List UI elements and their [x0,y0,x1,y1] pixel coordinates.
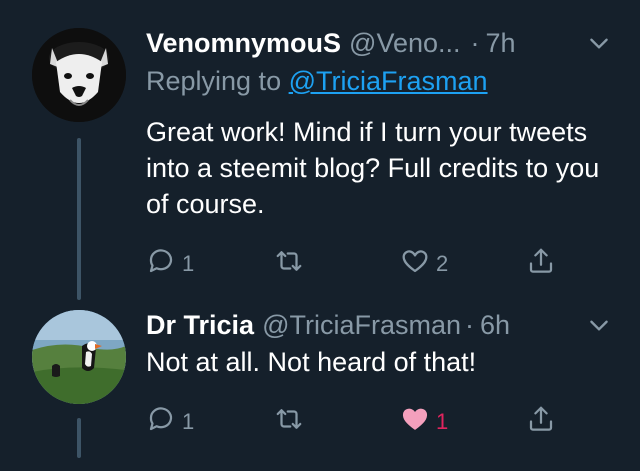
tweet-header: Dr Tricia @TriciaFrasman · 6h [146,308,612,342]
thread-line [77,418,81,458]
retweet-icon [274,404,304,440]
like-count: 1 [436,409,449,434]
mention-link[interactable]: @TriciaFrasman [289,66,488,96]
display-name[interactable]: VenomnymouS [146,28,341,59]
tweet-header: VenomnymouS @Veno... · 7h [146,26,612,60]
retweet-button[interactable] [274,404,310,440]
like-icon [400,246,430,282]
retweet-icon [274,246,304,282]
share-button[interactable] [526,246,556,282]
display-name[interactable]: Dr Tricia [146,310,254,341]
chevron-down-icon[interactable] [586,312,612,338]
tweet[interactable]: Dr Tricia @TriciaFrasman · 6h Not at all… [0,300,640,471]
tweet[interactable]: VenomnymouS @Veno... · 7h Replying to @T… [0,0,640,300]
timestamp[interactable]: 7h [486,28,516,59]
separator-dot: · [465,309,474,340]
reply-button[interactable]: 1 [146,246,194,282]
tweet-text: Not at all. Not heard of that! [146,347,477,377]
share-icon [526,246,556,282]
reply-icon [146,246,176,282]
avatar[interactable] [32,28,126,122]
like-button[interactable]: 2 [400,246,448,282]
tweet-thread: VenomnymouS @Veno... · 7h Replying to @T… [0,0,640,471]
reply-icon [146,404,176,440]
tweet-text: Great work! Mind if I turn your tweets i… [146,117,600,219]
handle[interactable]: @Veno... [349,28,460,59]
retweet-button[interactable] [274,246,310,282]
reply-count: 1 [182,409,195,434]
reply-count: 1 [182,251,195,276]
like-count: 2 [436,251,449,276]
avatar-image [32,310,126,404]
chevron-down-icon[interactable] [586,30,612,56]
like-icon [400,404,430,440]
reply-button[interactable]: 1 [146,404,194,440]
share-button[interactable] [526,404,556,440]
avatar-image [32,28,126,122]
replying-to: Replying to @TriciaFrasman [146,66,488,97]
tweet-actions: 1 1 [146,404,566,440]
tweet-actions: 1 2 [146,246,566,282]
handle[interactable]: @TriciaFrasman [262,310,461,341]
timestamp[interactable]: 6h [480,310,510,341]
separator-dot: · [470,27,480,58]
like-button[interactable]: 1 [400,404,448,440]
replying-to-label: Replying to [146,66,282,96]
thread-line [77,138,81,300]
avatar[interactable] [32,310,126,404]
share-icon [526,404,556,440]
